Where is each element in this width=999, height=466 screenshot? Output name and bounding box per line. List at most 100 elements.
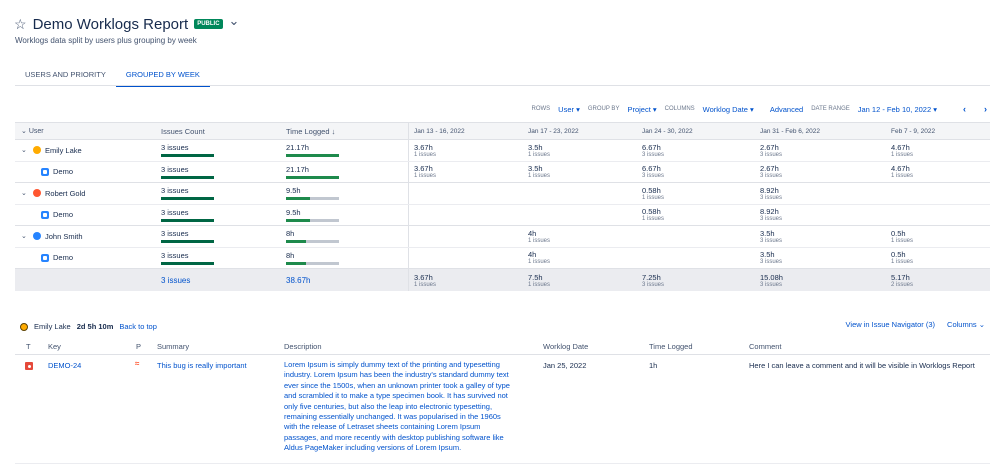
total-week-issues: 3 issues: [760, 281, 783, 288]
time-bar: [286, 261, 339, 265]
expand-caret-icon[interactable]: ⌄: [21, 232, 29, 240]
time-logged-link[interactable]: 21.17h: [286, 165, 339, 174]
week-issues: 3 issues: [642, 151, 665, 158]
avatar: [33, 232, 41, 241]
view-in-navigator-link[interactable]: View in Issue Navigator (3): [846, 320, 935, 329]
total-time[interactable]: 38.67h: [286, 269, 310, 291]
week-cell[interactable]: 2.67h 3 issues: [760, 162, 782, 183]
week-cell[interactable]: 3.67h 1 issues: [414, 162, 436, 183]
week-cell[interactable]: 0.5h 1 issues: [891, 248, 913, 269]
week-cell[interactable]: 3.5h 1 issues: [528, 162, 550, 183]
tab-users-and-priority[interactable]: USERS AND PRIORITY: [15, 66, 116, 87]
columns-select[interactable]: Worklog Date ▾: [703, 105, 754, 114]
issue-summary-link[interactable]: This bug is really important: [157, 361, 247, 370]
tab-divider: [15, 85, 990, 86]
week-hours: 8.92h: [760, 185, 779, 195]
week-issues: 1 issues: [528, 151, 551, 158]
total-week-hours[interactable]: 15.08h: [760, 273, 783, 282]
tab-grouped-by-week[interactable]: GROUPED BY WEEK: [115, 66, 210, 87]
summary-column-header[interactable]: Summary: [157, 342, 189, 351]
week-cell[interactable]: 2.67h 3 issues: [760, 140, 782, 161]
group-by-select[interactable]: Project ▾: [627, 105, 656, 114]
issues-count-link[interactable]: 3 issues: [161, 165, 214, 174]
page-title: Demo Worklogs Report: [32, 15, 189, 33]
issues-count-link[interactable]: 3 issues: [161, 251, 214, 260]
advanced-button[interactable]: Advanced: [770, 105, 803, 114]
week-cell[interactable]: 4h 1 issues: [528, 248, 550, 269]
week-hours: 3.67h: [414, 164, 433, 174]
issues-count-link[interactable]: 3 issues: [161, 143, 214, 152]
date-range-select[interactable]: Jan 12 - Feb 10, 2022 ▾: [858, 105, 937, 114]
priority-column-header[interactable]: P: [136, 342, 141, 351]
week-hours: 6.67h: [642, 142, 661, 152]
week-cell[interactable]: 3.5h 1 issues: [528, 140, 550, 161]
week-header-5: Feb 7 - 9, 2022: [891, 127, 936, 135]
week-cell[interactable]: 0.5h 1 issues: [891, 226, 913, 247]
week-cell[interactable]: 4.67h 1 issues: [891, 162, 913, 183]
week-cell[interactable]: 3.67h 1 issues: [414, 140, 436, 161]
columns-button[interactable]: Columns ⌄: [947, 320, 985, 329]
collapse-all-icon[interactable]: ⌄ User: [21, 127, 44, 135]
project-icon: [41, 253, 49, 262]
week-cell[interactable]: 8.92h 3 issues: [760, 205, 782, 226]
expand-caret-icon[interactable]: ⌄: [21, 146, 29, 154]
total-week-cell: 3.67h 1 issues: [414, 269, 436, 291]
issues-column-header[interactable]: Issues Count: [161, 123, 205, 139]
time-logged-link[interactable]: 9.5h: [286, 208, 339, 217]
total-issues[interactable]: 3 issues: [161, 269, 190, 291]
week-issues: 3 issues: [642, 173, 665, 180]
issues-count-link[interactable]: 3 issues: [161, 186, 214, 195]
worklog-date-column-header[interactable]: Worklog Date: [543, 342, 588, 351]
comment-column-header[interactable]: Comment: [749, 342, 782, 351]
issues-count-link[interactable]: 3 issues: [161, 208, 214, 217]
total-week-hours[interactable]: 5.17h: [891, 273, 913, 282]
time-logged-link[interactable]: 21.17h: [286, 143, 339, 152]
week-cell[interactable]: 4h 1 issues: [528, 226, 550, 247]
week-cell[interactable]: 6.67h 3 issues: [642, 162, 664, 183]
week-cell[interactable]: 0.58h 1 issues: [642, 205, 664, 226]
week-hours: 0.5h: [891, 228, 906, 238]
issue-key-link[interactable]: DEMO-24: [48, 361, 81, 370]
week-cell[interactable]: 8.92h 3 issues: [760, 183, 782, 204]
total-week-hours[interactable]: 7.25h: [642, 273, 664, 282]
chevron-down-icon[interactable]: ⌄: [229, 13, 240, 29]
expand-caret-icon[interactable]: ⌄: [21, 189, 29, 197]
total-week-cell: 5.17h 2 issues: [891, 269, 913, 291]
week-cell[interactable]: 0.58h 1 issues: [642, 183, 664, 204]
avatar: [33, 189, 41, 198]
time-logged-link[interactable]: 8h: [286, 251, 339, 260]
key-column-header[interactable]: Key: [48, 342, 61, 351]
next-period-icon[interactable]: ›: [984, 104, 987, 114]
date-range-label: DATE RANGE: [811, 106, 850, 112]
time-logged-link[interactable]: 8h: [286, 229, 339, 238]
back-to-top-link[interactable]: Back to top: [119, 322, 157, 331]
detail-header: Emily Lake 2d 5h 10m Back to top: [20, 322, 157, 331]
total-week-hours[interactable]: 3.67h: [414, 273, 436, 282]
week-cell[interactable]: 4.67h 1 issues: [891, 140, 913, 161]
week-cell[interactable]: 3.5h 3 issues: [760, 226, 782, 247]
user-column-header[interactable]: User: [29, 128, 44, 135]
report-table: ⌄ User Issues Count Time Logged ↓ Jan 13…: [15, 122, 990, 291]
total-week-hours[interactable]: 7.5h: [528, 273, 550, 282]
group-by-value: Project: [627, 104, 651, 114]
week-issues: 3 issues: [760, 173, 783, 180]
week-hours: 2.67h: [760, 164, 779, 174]
week-cell[interactable]: 6.67h 3 issues: [642, 140, 664, 161]
week-issues: 3 issues: [760, 151, 783, 158]
time-column-header[interactable]: Time Logged ↓: [286, 123, 335, 139]
total-week-issues: 2 issues: [891, 281, 914, 288]
prev-period-icon[interactable]: ‹: [963, 104, 966, 114]
table-header: ⌄ User Issues Count Time Logged ↓ Jan 13…: [15, 122, 990, 140]
time-logged-link[interactable]: 9.5h: [286, 186, 339, 195]
description-column-header[interactable]: Description: [284, 342, 322, 351]
star-icon[interactable]: ☆: [14, 16, 27, 33]
week-issues: 3 issues: [760, 237, 783, 244]
columns-label: COLUMNS: [664, 106, 695, 112]
issues-count-link[interactable]: 3 issues: [161, 229, 214, 238]
time-logged-column-header[interactable]: Time Logged: [649, 342, 693, 351]
week-header-1: Jan 13 - 16, 2022: [414, 127, 465, 135]
row-label: Emily Lake: [45, 145, 82, 155]
week-hours: 3.5h: [528, 164, 543, 174]
week-cell[interactable]: 3.5h 3 issues: [760, 248, 782, 269]
rows-select[interactable]: User ▾: [558, 105, 580, 114]
